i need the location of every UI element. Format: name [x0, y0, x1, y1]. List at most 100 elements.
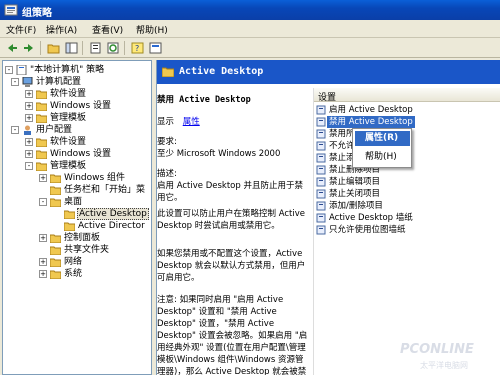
forward-icon[interactable]: [22, 41, 36, 55]
properties-icon[interactable]: [88, 41, 102, 55]
tree-item-label: 用户配置: [36, 125, 73, 135]
show-tree-icon[interactable]: [64, 41, 78, 55]
collapse-icon[interactable]: -: [11, 126, 19, 134]
tree-item-label: Windows 设置: [50, 149, 112, 159]
description-text: 启用 Active Desktop 并且防止用于禁用它。: [157, 181, 303, 203]
tree-item-label: Active Director: [78, 221, 145, 231]
tree-item-label: 管理模板: [50, 161, 87, 171]
collapse-icon[interactable]: -: [11, 78, 19, 86]
details-pane: Active Desktop 禁用 Active Desktop 显示 属性 要…: [156, 60, 500, 375]
tree-item-label: 软件设置: [50, 137, 87, 147]
menu-file[interactable]: 文件(F): [6, 23, 36, 36]
expand-icon[interactable]: +: [39, 258, 47, 266]
setting-row[interactable]: 启用 Active Desktop: [314, 104, 500, 116]
setting-row[interactable]: 添加/删除项目: [314, 200, 500, 212]
folder-icon: [50, 186, 61, 195]
expand-icon[interactable]: +: [25, 138, 33, 146]
setting-icon: [316, 165, 326, 175]
expand-icon[interactable]: +: [39, 234, 47, 242]
setting-icon: [316, 213, 326, 223]
description-para2: 如果您禁用或不配置这个设置，Active Desktop 就会以默认方式禁用，但…: [157, 249, 306, 283]
requirements-text: 要求: 至少 Microsoft Windows 2000: [157, 137, 281, 159]
folder-icon: [36, 102, 47, 111]
details-header-title: Active Desktop: [179, 66, 264, 77]
view-icon[interactable]: [148, 41, 162, 55]
folder-icon: [50, 234, 61, 243]
folder-icon: [50, 258, 61, 267]
folder-open-icon: [162, 67, 174, 77]
refresh-icon[interactable]: [106, 41, 120, 55]
expand-icon[interactable]: +: [39, 270, 47, 278]
window-title: 组策略: [22, 8, 52, 19]
group-policy-window: 组策略 文件(F) 操作(A) 查看(V) 帮助(H) ? - "本地计算机" …: [0, 0, 500, 375]
policy-icon: [16, 65, 27, 75]
setting-label: 启用 Active Desktop: [329, 105, 413, 115]
folder-icon: [36, 150, 47, 159]
tree-item-label: 网络: [64, 257, 83, 267]
column-header-setting[interactable]: 设置: [314, 88, 500, 103]
setting-icon: [316, 177, 326, 187]
tree-item-label: 任务栏和「开始」菜: [64, 185, 146, 195]
details-header: Active Desktop: [157, 60, 500, 84]
tree-item-label: 系统: [64, 269, 83, 279]
collapse-icon[interactable]: -: [25, 162, 33, 170]
menu-bar: 文件(F) 操作(A) 查看(V) 帮助(H): [0, 20, 500, 38]
up-folder-icon[interactable]: [46, 41, 60, 55]
collapse-icon[interactable]: -: [5, 66, 13, 74]
setting-label: Active Desktop 墙纸: [329, 213, 413, 223]
collapse-icon[interactable]: -: [39, 198, 47, 206]
group-policy-icon: [4, 4, 18, 16]
setting-icon: [316, 129, 326, 139]
menu-view[interactable]: 查看(V): [92, 23, 123, 36]
folder-open-icon: [36, 162, 47, 171]
setting-icon: [316, 141, 326, 151]
help-icon[interactable]: ?: [130, 41, 144, 55]
setting-icon: [316, 117, 326, 127]
setting-row[interactable]: Active Desktop 墙纸: [314, 212, 500, 224]
setting-icon: [316, 105, 326, 115]
folder-icon: [64, 222, 75, 231]
menu-action[interactable]: 操作(A): [46, 23, 77, 36]
expand-icon[interactable]: +: [39, 174, 47, 182]
setting-icon: [316, 225, 326, 235]
expand-icon[interactable]: +: [25, 102, 33, 110]
setting-row[interactable]: 禁止关闭项目: [314, 188, 500, 200]
setting-label: 禁止编辑项目: [329, 177, 381, 187]
user-icon: [24, 125, 31, 135]
expand-icon[interactable]: +: [25, 114, 33, 122]
context-menu-help[interactable]: 帮助(H): [355, 150, 410, 165]
folder-open-icon: [64, 210, 75, 219]
tree-item-label: 软件设置: [50, 89, 87, 99]
description-para1: 此设置可以防止用户在策略控制 Active Desktop 时尝试启用或禁用它。: [157, 209, 305, 231]
back-icon[interactable]: [5, 41, 19, 55]
folder-open-icon: [50, 198, 61, 207]
tree-item-label: 桌面: [64, 197, 83, 207]
setting-row-selected[interactable]: 禁用 Active Desktop: [314, 116, 500, 128]
title-bar[interactable]: 组策略: [0, 0, 500, 20]
setting-row[interactable]: 禁止编辑项目: [314, 176, 500, 188]
expand-icon[interactable]: +: [25, 90, 33, 98]
computer-icon: [22, 77, 33, 87]
pconline-watermark-sub: 太平洋电脑网: [420, 361, 468, 370]
policy-tree[interactable]: - "本地计算机" 策略 - 计算机配置 + 软件设置 + Windows 设置…: [2, 60, 152, 375]
setting-label: 只允许使用位图墙纸: [329, 225, 406, 235]
folder-icon: [36, 138, 47, 147]
folder-icon: [50, 246, 61, 255]
context-menu: 属性(R) 帮助(H): [352, 128, 412, 168]
tree-item-label: Windows 组件: [64, 173, 126, 183]
svg-text:?: ?: [135, 44, 139, 53]
show-label: 显示: [157, 117, 175, 127]
expand-icon[interactable]: +: [25, 150, 33, 158]
tree-item-label: 管理模板: [50, 113, 87, 123]
menu-help[interactable]: 帮助(H): [136, 23, 168, 36]
setting-row[interactable]: 只允许使用位图墙纸: [314, 224, 500, 236]
folder-icon: [36, 90, 47, 99]
properties-link[interactable]: 属性: [183, 117, 200, 127]
folder-icon: [36, 114, 47, 123]
setting-icon: [316, 189, 326, 199]
folder-icon: [50, 174, 61, 183]
context-menu-properties[interactable]: 属性(R): [355, 131, 410, 146]
tree-item-label: 计算机配置: [36, 77, 82, 87]
show-properties-line: 显示 属性: [157, 116, 309, 128]
setting-icon: [316, 201, 326, 211]
